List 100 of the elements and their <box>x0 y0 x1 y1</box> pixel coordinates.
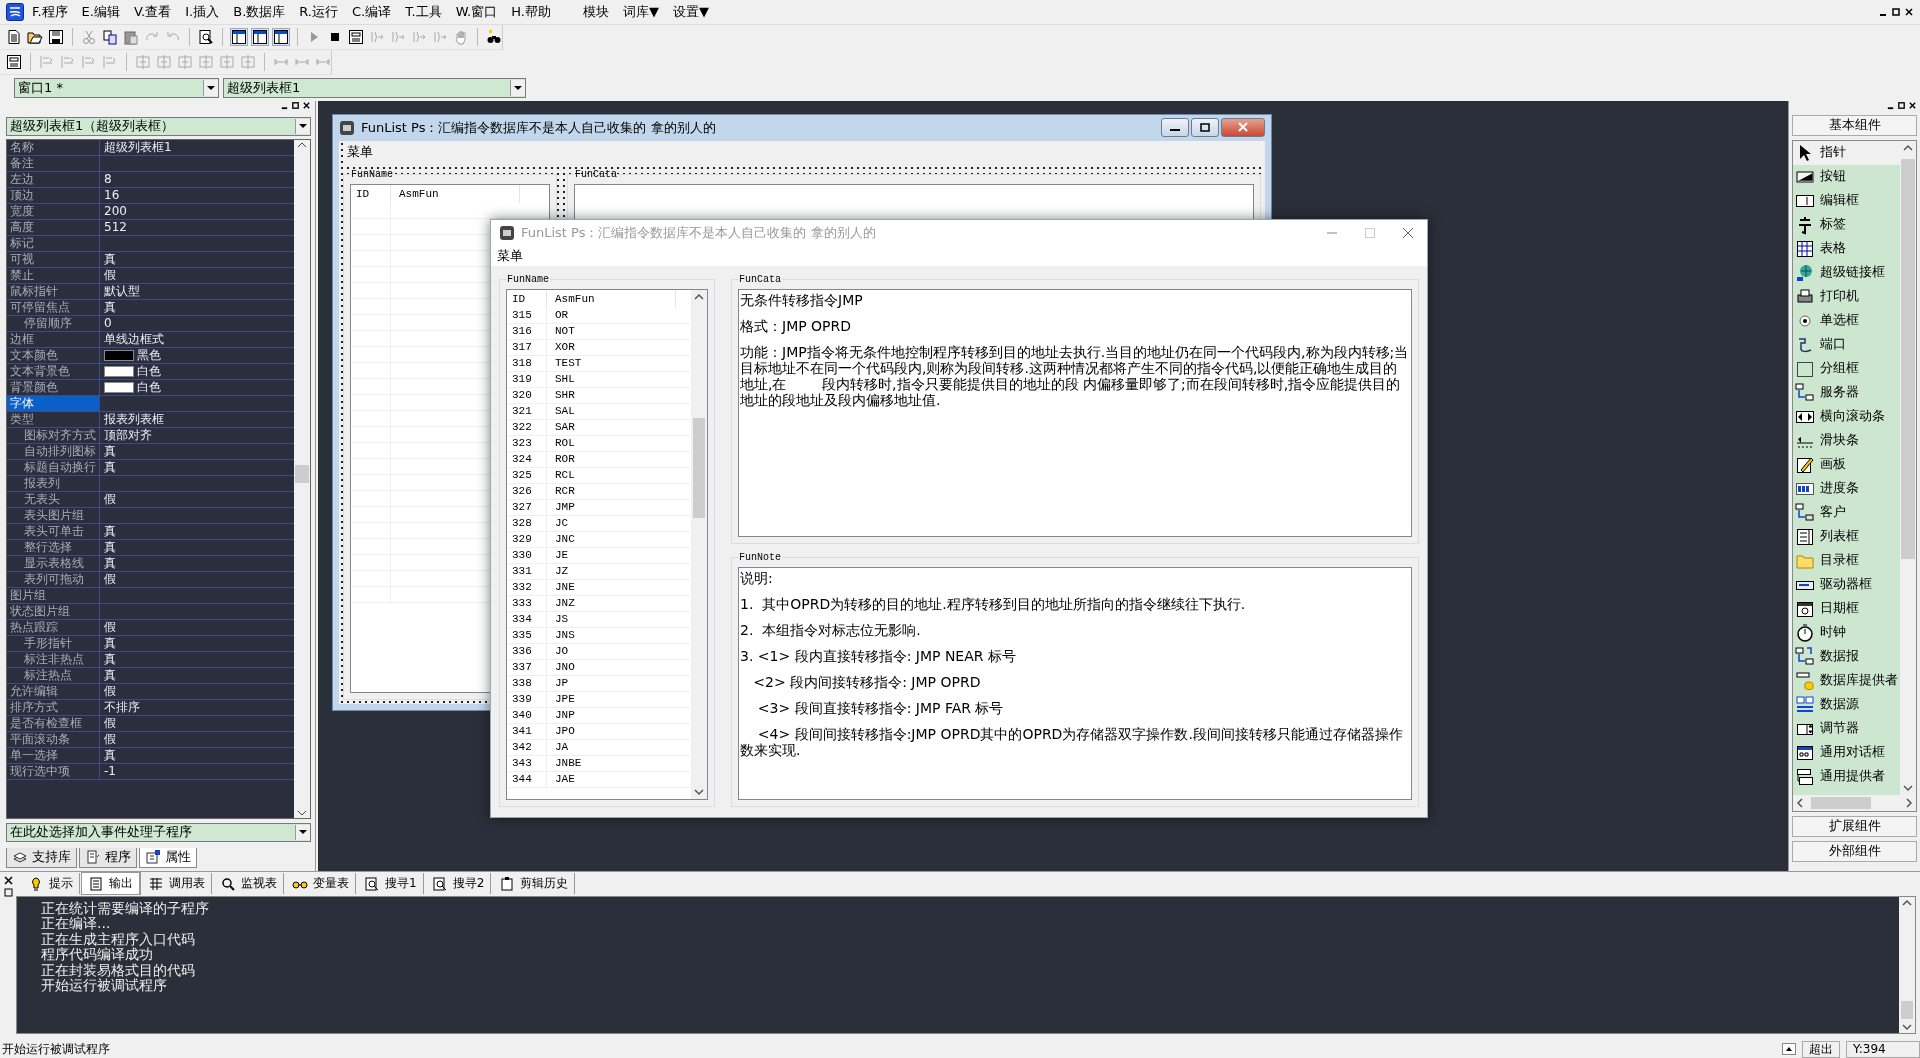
menu-item[interactable]: F.程序 <box>26 0 74 23</box>
new-file-icon[interactable] <box>6 28 22 45</box>
category-button[interactable]: 基本组件 <box>1792 114 1917 136</box>
control-dropdown[interactable]: 超级列表框1 <box>223 77 526 98</box>
panel-tab[interactable]: 提示 <box>22 873 80 895</box>
paste-icon[interactable] <box>123 28 139 45</box>
property-name[interactable]: 标注非热点 <box>7 651 100 667</box>
panel-tab[interactable]: 剪辑历史 <box>493 873 576 895</box>
menu-item[interactable]: W.窗口 <box>449 0 504 23</box>
binoculars-icon[interactable] <box>486 28 502 45</box>
component-item[interactable]: 表格 <box>1793 236 1900 261</box>
save-icon[interactable] <box>48 28 64 45</box>
property-name[interactable]: 图标对齐方式 <box>7 427 100 443</box>
restore-icon[interactable] <box>291 100 300 110</box>
property-name[interactable]: 单一选择 <box>7 747 100 763</box>
category-button[interactable]: 扩展组件 <box>1792 815 1917 837</box>
restore-icon[interactable] <box>1897 100 1906 110</box>
property-name[interactable]: 边框 <box>7 331 100 347</box>
copy-icon[interactable] <box>102 28 118 45</box>
scroll-thumb[interactable] <box>295 464 309 483</box>
panel-tab[interactable]: 变量表 <box>286 873 356 895</box>
panel-tab[interactable]: 程序 <box>79 847 137 868</box>
scroll-thumb[interactable] <box>693 417 705 518</box>
component-item[interactable]: 编辑框 <box>1793 188 1900 213</box>
property-name[interactable]: 顶边 <box>7 187 100 203</box>
menu-item[interactable]: I.插入 <box>179 0 226 23</box>
menu-item[interactable]: H.帮助 <box>505 0 557 23</box>
object-dropdown[interactable]: 超级列表框1（超级列表框） <box>6 116 311 136</box>
property-name[interactable]: 可视 <box>7 251 100 267</box>
scrollbar[interactable] <box>691 289 707 799</box>
property-name[interactable]: 表头图片组 <box>7 507 100 523</box>
scroll-thumb[interactable] <box>1901 158 1915 559</box>
property-name[interactable]: 是否有检查框 <box>7 715 100 731</box>
component-item[interactable]: 端口 <box>1793 332 1900 357</box>
component-item[interactable]: 滑块条 <box>1793 428 1900 453</box>
component-item[interactable]: 数据库提供者 <box>1793 668 1900 693</box>
property-name[interactable]: 标注热点 <box>7 667 100 683</box>
layout-icon[interactable] <box>231 28 247 45</box>
panel-tab[interactable]: 输出 <box>82 873 140 895</box>
property-name[interactable]: 停留顺序 <box>7 315 100 331</box>
component-item[interactable]: 目录框 <box>1793 548 1900 573</box>
component-item[interactable]: 驱动器框 <box>1793 572 1900 597</box>
property-name[interactable]: 标题自动换行 <box>7 459 100 475</box>
component-item[interactable]: 单选框 <box>1793 308 1900 333</box>
scrollbar[interactable] <box>1900 140 1916 795</box>
menu-item[interactable]: C.编译 <box>346 0 398 23</box>
component-item[interactable]: 时钟 <box>1793 620 1900 645</box>
form-icon[interactable] <box>6 53 22 70</box>
property-name[interactable]: 排序方式 <box>7 699 100 715</box>
menu-item[interactable]: T.工具 <box>399 0 448 23</box>
panel-tab[interactable]: 监视表 <box>214 873 284 895</box>
component-item[interactable]: 画板 <box>1793 452 1900 477</box>
property-name[interactable]: 整行选择 <box>7 539 100 555</box>
property-name[interactable]: 类型 <box>7 411 100 427</box>
component-item[interactable]: 指针 <box>1793 140 1900 165</box>
panel-tab[interactable]: 调用表 <box>142 873 212 895</box>
property-name[interactable]: 可停留焦点 <box>7 299 100 315</box>
property-name[interactable]: 名称 <box>7 139 100 155</box>
component-item[interactable]: 分组框 <box>1793 356 1900 381</box>
menu-item[interactable]: R.运行 <box>293 0 344 23</box>
layout-icon[interactable] <box>252 28 268 45</box>
restore-icon[interactable] <box>1191 118 1219 138</box>
panel-tab[interactable]: 属性 <box>139 847 197 868</box>
component-item[interactable]: 按钮 <box>1793 164 1900 189</box>
property-name[interactable]: 表头可单击 <box>7 523 100 539</box>
property-name[interactable]: 背景颜色 <box>7 379 100 395</box>
property-name[interactable]: 状态图片组 <box>7 603 100 619</box>
category-button[interactable]: 外部组件 <box>1792 840 1917 862</box>
menu-item[interactable]: V.查看 <box>127 0 178 23</box>
component-item[interactable]: 调节器 <box>1793 716 1900 741</box>
scrollbar[interactable] <box>294 139 310 818</box>
component-item[interactable]: 进度条 <box>1793 476 1900 501</box>
property-name[interactable]: 备注 <box>7 155 100 171</box>
close-icon[interactable] <box>3 875 13 885</box>
property-name[interactable]: 热点跟踪 <box>7 619 100 635</box>
property-name[interactable]: 图片组 <box>7 587 100 603</box>
component-item[interactable]: 标签 <box>1793 212 1900 237</box>
property-name[interactable]: 自动排列图标 <box>7 443 100 459</box>
layout-icon[interactable] <box>273 28 289 45</box>
restore-icon[interactable] <box>1891 6 1901 17</box>
scrollbar[interactable] <box>1793 794 1916 811</box>
close-icon[interactable] <box>1904 6 1914 17</box>
component-item[interactable]: 数据源 <box>1793 692 1900 717</box>
menu-item[interactable]: B.数据库 <box>227 0 292 23</box>
form-icon[interactable] <box>348 28 364 45</box>
property-name[interactable]: 平面滚动条 <box>7 731 100 747</box>
component-item[interactable]: 客户 <box>1793 500 1900 525</box>
property-name[interactable]: 禁止 <box>7 267 100 283</box>
column-header[interactable]: ID <box>351 184 391 203</box>
component-item[interactable]: 通用提供者 <box>1793 764 1900 789</box>
column-header[interactable]: AsmFun <box>547 289 676 308</box>
component-item[interactable]: 数据报 <box>1793 644 1900 669</box>
property-name[interactable]: 鼠标指针 <box>7 283 100 299</box>
menu-item[interactable]: E.编辑 <box>75 0 126 23</box>
component-item[interactable]: 日期框 <box>1793 596 1900 621</box>
panel-tab[interactable]: 搜寻2 <box>425 873 492 895</box>
component-item[interactable]: 列表框 <box>1793 524 1900 549</box>
menu-item[interactable]: 设置▼ <box>666 0 715 23</box>
component-item[interactable]: 横向滚动条 <box>1793 404 1900 429</box>
property-name[interactable]: 表列可拖动 <box>7 571 100 587</box>
